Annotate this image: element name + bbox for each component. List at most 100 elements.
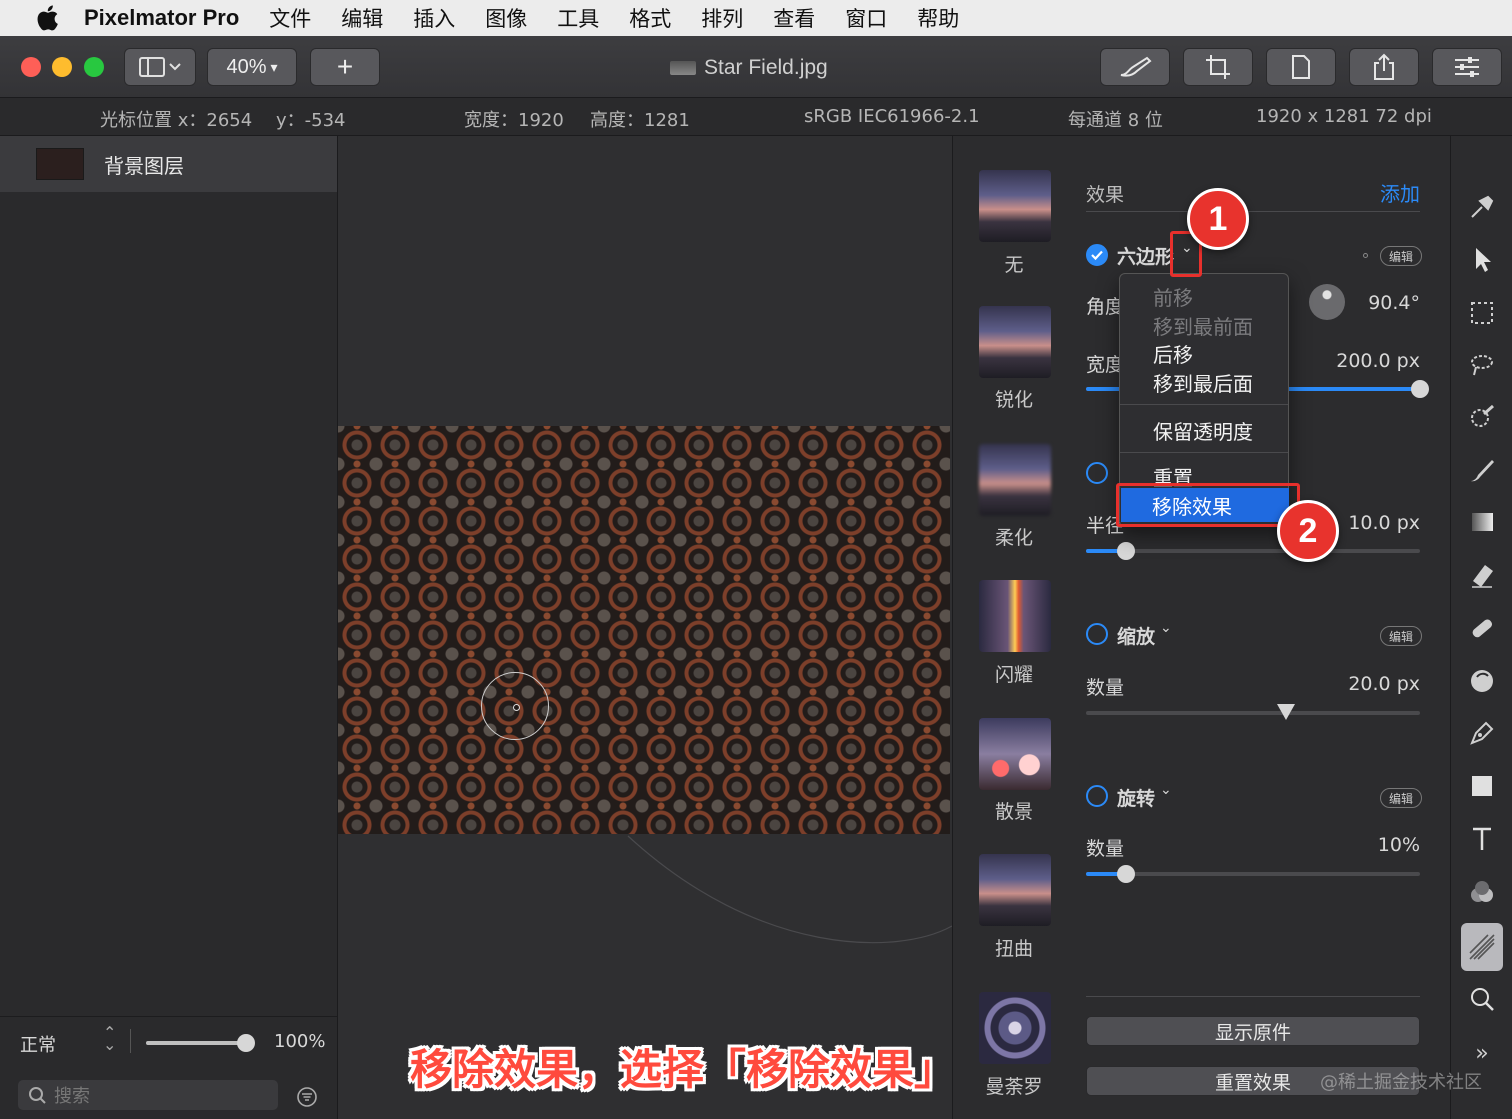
image-height-readout: 高度：1281 (590, 110, 690, 131)
effect-label-mandala[interactable]: 曼荼罗 (953, 1072, 1075, 1099)
zoom-amount-slider[interactable] (1086, 704, 1420, 720)
add-button[interactable]: + (310, 48, 380, 86)
cursor-x-readout: 光标位置 x：2654 (100, 110, 253, 131)
effect-label-bokeh[interactable]: 散景 (953, 797, 1075, 824)
angle-dial[interactable] (1309, 284, 1345, 320)
menu-image[interactable]: 图像 (485, 3, 527, 33)
menu-tools[interactable]: 工具 (557, 3, 599, 33)
apple-icon[interactable] (30, 3, 64, 33)
layer-search-field[interactable]: 搜索 (18, 1080, 278, 1110)
window-minimize-button[interactable] (52, 57, 72, 77)
show-original-button[interactable]: 显示原件 (1086, 1016, 1420, 1046)
menu-item-move-backward[interactable]: 后移 (1153, 339, 1193, 368)
pen-tool-icon[interactable] (1461, 712, 1503, 754)
width-slider-knob[interactable] (1411, 380, 1429, 398)
checkmark-icon (1091, 250, 1103, 261)
type-tool-icon[interactable] (1461, 818, 1503, 860)
menu-arrange[interactable]: 排列 (701, 3, 743, 33)
rotate-edit-button[interactable]: 编辑 (1380, 788, 1422, 808)
menu-file[interactable]: 文件 (269, 3, 311, 33)
hexagon-effect-name[interactable]: 六边形 (1117, 242, 1174, 269)
radius-slider-knob[interactable] (1117, 542, 1135, 560)
menu-edit[interactable]: 编辑 (341, 3, 383, 33)
zoom-edit-button[interactable]: 编辑 (1380, 626, 1422, 646)
add-effect-button[interactable]: 添加 (1380, 178, 1420, 207)
menu-view[interactable]: 查看 (773, 3, 815, 33)
menu-format[interactable]: 格式 (629, 3, 671, 33)
menu-insert[interactable]: 插入 (413, 3, 455, 33)
shape-tool-icon[interactable] (1461, 765, 1503, 807)
updown-chevron-icon[interactable]: ⌃ ⌄ (103, 1025, 116, 1053)
eraser-tool-icon[interactable] (1461, 554, 1503, 596)
color-tool-icon[interactable] (1461, 871, 1503, 913)
document-button[interactable] (1266, 48, 1336, 86)
zoom-effect-name[interactable]: 缩放 (1117, 622, 1155, 649)
rotate-effect-checkbox[interactable] (1086, 785, 1108, 807)
opacity-slider-knob[interactable] (237, 1034, 255, 1052)
effect-thumb-none[interactable] (979, 170, 1051, 242)
effect-thumb-mandala[interactable] (979, 992, 1051, 1064)
hexagon-edit-button[interactable]: 编辑 (1380, 246, 1422, 266)
blend-mode-select[interactable]: 正常 (20, 1031, 56, 1057)
effects-tool-icon[interactable] (1461, 923, 1503, 971)
arrange-tool-icon[interactable] (1461, 238, 1503, 280)
sliders-icon (1455, 57, 1479, 77)
menu-item-move-forward[interactable]: 前移 (1153, 282, 1193, 311)
header-divider (1086, 211, 1420, 212)
window-zoom-button[interactable] (84, 57, 104, 77)
menu-help[interactable]: 帮助 (917, 3, 959, 33)
effect-thumb-glow[interactable] (979, 580, 1051, 652)
effect-thumb-bokeh[interactable] (979, 718, 1051, 790)
window-close-button[interactable] (21, 57, 41, 77)
info-bar: 光标位置 x：2654 y：-534 宽度：1920 高度：1281 sRGB … (0, 98, 1512, 136)
brush-icon (1120, 56, 1152, 77)
gradient-tool-icon[interactable] (1461, 501, 1503, 543)
menu-item-move-to-front[interactable]: 移到最前面 (1153, 311, 1253, 340)
canvas-area[interactable] (338, 136, 952, 1119)
distort-tool-icon[interactable] (1461, 660, 1503, 702)
hexagon-enabled-checkbox[interactable] (1086, 244, 1108, 266)
adjustments-button[interactable] (1432, 48, 1502, 86)
indicator-dot (1363, 253, 1368, 258)
zoom-effect-checkbox[interactable] (1086, 623, 1108, 645)
effect-label-glow[interactable]: 闪耀 (953, 660, 1075, 687)
bit-depth-readout: 每通道 8 位 (1068, 110, 1163, 131)
effect-label-none[interactable]: 无 (953, 250, 1075, 277)
repair-tool-icon[interactable] (1461, 607, 1503, 649)
rotate-amount-value: 10% (1377, 834, 1420, 856)
effect-thumb-soften[interactable] (979, 444, 1051, 516)
rotate-amount-knob[interactable] (1117, 865, 1135, 883)
zoom-select[interactable]: 40% ▾ (207, 48, 297, 86)
layer-row[interactable]: 背景图层 (0, 136, 337, 192)
style-tool-icon[interactable] (1461, 186, 1503, 228)
selection-tool-icon[interactable] (1461, 292, 1503, 334)
zoom-tool-icon[interactable] (1461, 978, 1503, 1020)
lasso-tool-icon[interactable] (1461, 344, 1503, 386)
effect-label-soften[interactable]: 柔化 (953, 523, 1075, 550)
radius-slider[interactable] (1086, 542, 1420, 560)
color-adjust-tool-icon[interactable] (1461, 396, 1503, 438)
opacity-slider[interactable] (146, 1034, 255, 1052)
rotate-amount-slider[interactable] (1086, 865, 1420, 883)
zoom-chevron-icon[interactable]: ⌄ (1160, 620, 1172, 636)
effect-label-distort[interactable]: 扭曲 (953, 934, 1075, 961)
menu-window[interactable]: 窗口 (845, 3, 887, 33)
retouch-button[interactable] (1100, 48, 1170, 86)
menu-item-preserve-transparency[interactable]: 保留透明度 (1153, 416, 1253, 445)
rotate-effect-name[interactable]: 旋转 (1117, 784, 1155, 811)
crop-button[interactable] (1183, 48, 1253, 86)
rotate-chevron-icon[interactable]: ⌄ (1160, 782, 1172, 798)
effect-thumb-distort[interactable] (979, 854, 1051, 926)
filter-icon[interactable] (296, 1086, 318, 1108)
effect-thumb-sharpen[interactable] (979, 306, 1051, 378)
image-width-readout: 宽度：1920 (464, 110, 564, 131)
sidebar-toggle-button[interactable] (124, 48, 196, 86)
second-effect-checkbox[interactable] (1086, 462, 1108, 484)
menu-item-move-to-back[interactable]: 移到最后面 (1153, 368, 1253, 397)
paint-brush-tool-icon[interactable] (1461, 449, 1503, 491)
zoom-amount-knob[interactable] (1277, 704, 1295, 720)
layer-name: 背景图层 (104, 153, 184, 178)
share-button[interactable] (1349, 48, 1419, 86)
app-name[interactable]: Pixelmator Pro (84, 5, 239, 31)
effect-label-sharpen[interactable]: 锐化 (953, 385, 1075, 412)
